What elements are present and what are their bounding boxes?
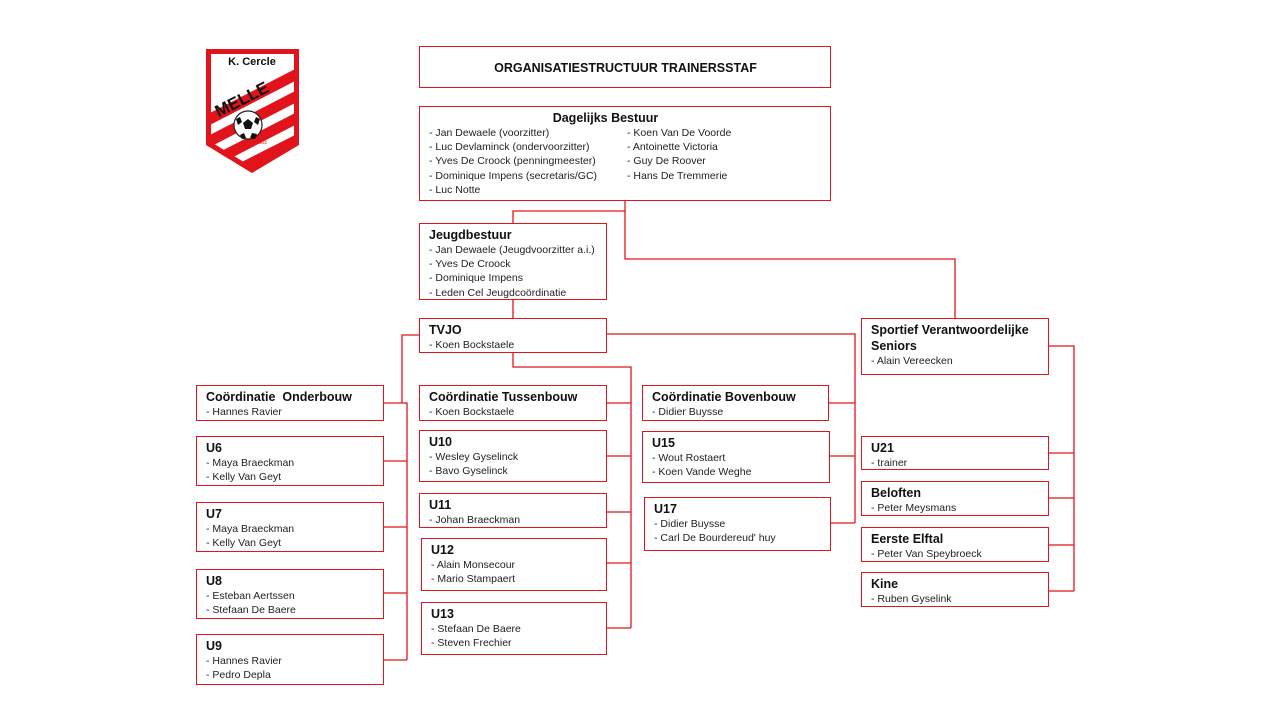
connector-tussenbouw-bracket — [607, 402, 632, 629]
member: Guy De Roover — [627, 154, 731, 168]
node-title: U13 — [431, 607, 454, 621]
member: Peter Van Speybroeck — [871, 547, 1040, 561]
member: Bavo Gyselinck — [429, 464, 598, 478]
node-title: U11 — [429, 498, 452, 512]
node-team-u15: U15 Wout Rostaert Koen Vande Weghe — [642, 431, 830, 483]
member: Ruben Gyselink — [871, 592, 1040, 606]
member: Koen Vande Weghe — [652, 465, 821, 479]
member: Hannes Ravier — [206, 405, 375, 419]
node-title: U17 — [654, 502, 677, 516]
node-coordinatie-onderbouw: Coördinatie Onderbouw Hannes Ravier — [196, 385, 384, 421]
chart-title: ORGANISATIESTRUCTUUR TRAINERSSTAF — [494, 60, 757, 75]
node-title: Coördinatie Bovenbouw — [652, 390, 796, 404]
node-title: U21 — [871, 441, 894, 455]
member: Koen Van De Voorde — [627, 126, 731, 140]
member: Kelly Van Geyt — [206, 536, 375, 550]
node-title: Kine — [871, 577, 899, 591]
member: Peter Meysmans — [871, 501, 1040, 515]
connector-tvjo-onderbouw — [401, 334, 419, 403]
member: Jan Dewaele (Jeugdvoorzitter a.i.) — [429, 243, 598, 257]
member: Esteban Aertssen — [206, 589, 375, 603]
node-title: U7 — [206, 507, 222, 521]
node-title: Dagelijks Bestuur — [552, 111, 659, 125]
node-sportief-verantwoordelijke-seniors: Sportief Verantwoordelijke Seniors Alain… — [861, 318, 1049, 375]
connector-dagelijks-jeugd — [512, 200, 626, 223]
logo-club-prefix: K. Cercle — [228, 56, 276, 68]
connector-dagelijks-sportief — [624, 211, 956, 318]
member: Pedro Depla — [206, 668, 375, 682]
node-team-beloften: Beloften Peter Meysmans — [861, 481, 1049, 516]
soccer-ball-icon — [233, 110, 263, 140]
node-title: Beloften — [871, 486, 921, 500]
node-team-u21: U21 trainer — [861, 436, 1049, 470]
member: Koen Bockstaele — [429, 338, 598, 352]
member: Jan Dewaele (voorzitter) — [429, 126, 627, 140]
member: Dominique Impens — [429, 271, 598, 285]
node-title: U10 — [429, 435, 452, 449]
member: Carl De Bourdereud' huy — [654, 531, 822, 545]
node-team-eerste-elftal: Eerste Elftal Peter Van Speybroeck — [861, 527, 1049, 562]
node-dagelijks-bestuur: Dagelijks Bestuur Jan Dewaele (voorzitte… — [419, 106, 831, 201]
node-title: U12 — [431, 543, 454, 557]
node-team-u12: U12 Alain Monsecour Mario Stampaert — [421, 538, 607, 591]
node-title: U15 — [652, 436, 675, 450]
node-title: Sportief Verantwoordelijke Seniors — [871, 323, 1029, 353]
member: Stefaan De Baere — [431, 622, 598, 636]
member: Alain Vereecken — [871, 354, 1040, 368]
member: Maya Braeckman — [206, 522, 375, 536]
node-team-u10: U10 Wesley Gyselinck Bavo Gyselinck — [419, 430, 607, 482]
member: trainer — [871, 456, 1040, 470]
member: Yves De Croock — [429, 257, 598, 271]
member: Hannes Ravier — [206, 654, 375, 668]
node-title: Eerste Elftal — [871, 532, 944, 546]
member: Didier Buysse — [654, 517, 822, 531]
node-title: U9 — [206, 639, 222, 653]
member: Yves De Croock (penningmeester) — [429, 154, 627, 168]
node-team-kine: Kine Ruben Gyselink — [861, 572, 1049, 607]
member: Stefaan De Baere — [206, 603, 375, 617]
member: Maya Braeckman — [206, 456, 375, 470]
member: Leden Cel Jeugdcoördinatie — [429, 286, 598, 300]
node-jeugdbestuur: Jeugdbestuur Jan Dewaele (Jeugdvoorzitte… — [419, 223, 607, 300]
member: Steven Frechier — [431, 636, 598, 650]
member: Luc Devlaminck (ondervoorzitter) — [429, 140, 627, 154]
node-title: Coördinatie Tussenbouw — [429, 390, 578, 404]
node-title: Jeugdbestuur — [429, 228, 512, 242]
node-team-u11: U11 Johan Braeckman — [419, 493, 607, 528]
member: Mario Stampaert — [431, 572, 598, 586]
member: Wout Rostaert — [652, 451, 821, 465]
member: Didier Buysse — [652, 405, 820, 419]
member: Wesley Gyselinck — [429, 450, 598, 464]
member: Koen Bockstaele — [429, 405, 598, 419]
member: Luc Notte — [429, 183, 627, 197]
club-logo: K. Cercle MELLE 1932 — [206, 49, 299, 173]
node-team-u17: U17 Didier Buysse Carl De Bourdereud' hu… — [644, 497, 831, 551]
node-coordinatie-bovenbouw: Coördinatie Bovenbouw Didier Buysse — [642, 385, 829, 421]
member: Kelly Van Geyt — [206, 470, 375, 484]
member: Johan Braeckman — [429, 513, 598, 527]
node-title: U6 — [206, 441, 222, 455]
node-team-u8: U8 Esteban Aertssen Stefaan De Baere — [196, 569, 384, 619]
node-title: U8 — [206, 574, 222, 588]
connector-seniors-bracket — [1049, 345, 1075, 592]
node-team-u13: U13 Stefaan De Baere Steven Frechier — [421, 602, 607, 655]
connector-onderbouw-bracket — [384, 402, 408, 661]
node-team-u6: U6 Maya Braeckman Kelly Van Geyt — [196, 436, 384, 486]
member: Antoinette Victoria — [627, 140, 731, 154]
member: Dominique Impens (secretaris/GC) — [429, 169, 627, 183]
node-team-u7: U7 Maya Braeckman Kelly Van Geyt — [196, 502, 384, 552]
node-title: Coördinatie Onderbouw — [206, 390, 352, 404]
member: Hans De Tremmerie — [627, 169, 731, 183]
node-tvjo: TVJO Koen Bockstaele — [419, 318, 607, 353]
member: Alain Monsecour — [431, 558, 598, 572]
connector-bovenbouw-bracket — [829, 402, 856, 524]
node-team-u9: U9 Hannes Ravier Pedro Depla — [196, 634, 384, 685]
node-coordinatie-tussenbouw: Coördinatie Tussenbouw Koen Bockstaele — [419, 385, 607, 421]
node-title: TVJO — [429, 323, 462, 337]
chart-title-box: ORGANISATIESTRUCTUUR TRAINERSSTAF — [419, 46, 831, 88]
logo-year: 1932 — [257, 140, 268, 145]
